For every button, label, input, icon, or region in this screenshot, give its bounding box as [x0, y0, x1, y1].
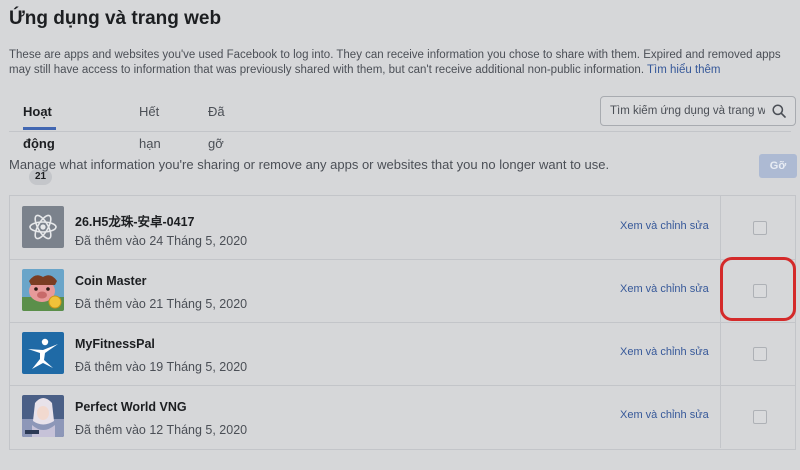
view-edit-link[interactable]: Xem và chỉnh sửa	[620, 409, 709, 421]
page-description: These are apps and websites you've used …	[9, 48, 789, 78]
search-icon[interactable]	[772, 104, 786, 118]
select-checkbox[interactable]	[753, 410, 767, 424]
perfect-world-icon	[22, 395, 64, 437]
list-item: Perfect World VNG Đã thêm vào 12 Tháng 5…	[10, 385, 795, 448]
column-divider	[720, 259, 721, 322]
myfitnesspal-icon	[22, 332, 64, 374]
tabs-divider	[9, 131, 791, 132]
app-list: 26.H5龙珠-安卓-0417 Đã thêm vào 24 Tháng 5, …	[9, 195, 796, 450]
app-name: MyFitnessPal	[75, 337, 155, 351]
app-name: Coin Master	[75, 274, 147, 288]
tab-expired[interactable]: Hết hạn	[139, 96, 161, 151]
list-item: Coin Master Đã thêm vào 21 Tháng 5, 2020…	[10, 259, 795, 323]
column-divider	[720, 385, 721, 448]
view-edit-link[interactable]: Xem và chỉnh sửa	[620, 346, 709, 358]
atom-icon	[22, 206, 64, 248]
view-edit-link[interactable]: Xem và chỉnh sửa	[620, 220, 709, 232]
tab-active[interactable]: Hoạt động21	[23, 96, 56, 185]
select-checkbox[interactable]	[753, 221, 767, 235]
manage-text: Manage what information you're sharing o…	[9, 157, 610, 172]
column-divider	[720, 322, 721, 385]
remove-button[interactable]: Gỡ	[759, 154, 797, 178]
column-divider	[720, 196, 721, 259]
app-date: Đã thêm vào 21 Tháng 5, 2020	[75, 297, 248, 311]
select-checkbox[interactable]	[753, 284, 767, 298]
app-name: Perfect World VNG	[75, 400, 187, 414]
view-edit-link[interactable]: Xem và chỉnh sửa	[620, 283, 709, 295]
list-item: 26.H5龙珠-安卓-0417 Đã thêm vào 24 Tháng 5, …	[10, 196, 795, 260]
learn-more-link[interactable]: Tìm hiểu thêm	[647, 64, 721, 76]
coin-master-icon	[22, 269, 64, 311]
app-name: 26.H5龙珠-安卓-0417	[75, 215, 195, 229]
select-checkbox[interactable]	[753, 347, 767, 361]
tab-active-label: Hoạt động	[23, 104, 55, 151]
tab-removed[interactable]: Đã gỡ	[208, 96, 225, 151]
search-input[interactable]	[610, 103, 765, 119]
app-date: Đã thêm vào 12 Tháng 5, 2020	[75, 423, 248, 437]
app-date: Đã thêm vào 24 Tháng 5, 2020	[75, 234, 248, 248]
page-title: Ứng dụng và trang web	[9, 8, 222, 29]
app-date: Đã thêm vào 19 Tháng 5, 2020	[75, 360, 248, 374]
list-item: MyFitnessPal Đã thêm vào 19 Tháng 5, 202…	[10, 322, 795, 386]
search-box	[600, 96, 796, 126]
